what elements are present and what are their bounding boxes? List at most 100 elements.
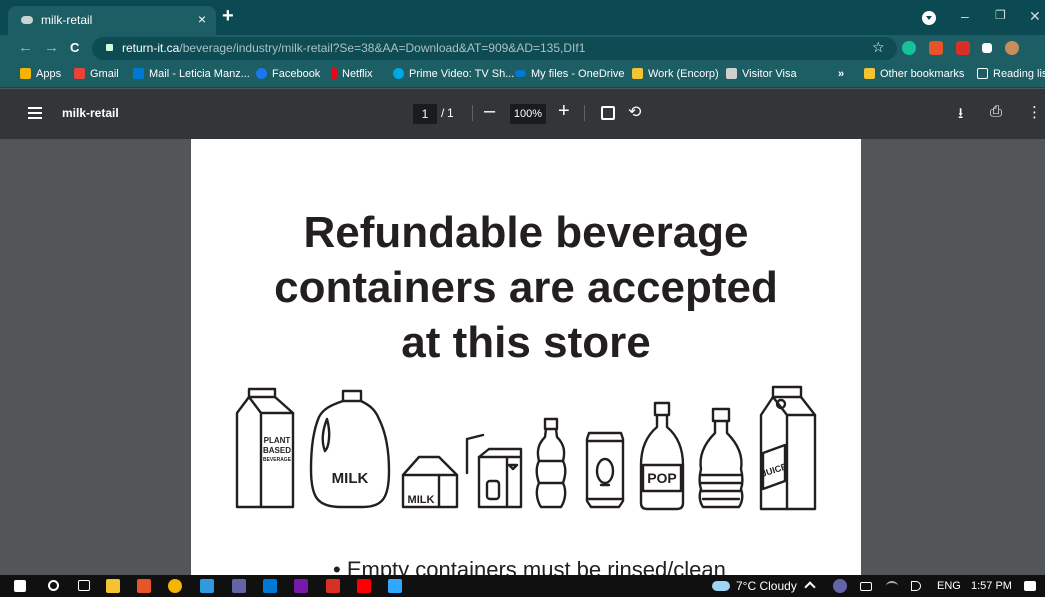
bullet-text: • Empty containers must be rinsed/clean	[333, 557, 726, 575]
bookmark-onedrive[interactable]: My files - OneDrive	[515, 68, 625, 80]
pdf-viewer[interactable]: Refundable beverage containers are accep…	[0, 139, 1045, 575]
plant-label-line2: BASED	[263, 446, 291, 455]
juice-carton-icon	[759, 385, 817, 511]
juice-box-icon	[465, 433, 523, 509]
can-icon	[585, 431, 625, 509]
onenote-icon[interactable]	[294, 579, 308, 593]
tab-strip: milk-retail × + – ❐ ✕	[0, 0, 1045, 35]
heading-line-2: containers are accepted	[274, 263, 778, 312]
reading-list[interactable]: Reading list	[977, 68, 1045, 80]
bookmark-apps[interactable]: Apps	[20, 68, 61, 80]
clock[interactable]: 1:57 PM	[971, 580, 1012, 592]
profile-avatar[interactable]	[1005, 41, 1019, 55]
pop-label: POP	[647, 470, 677, 486]
page-number-input[interactable]: 1	[413, 104, 437, 124]
forward-button[interactable]: →	[44, 39, 59, 56]
document-title: milk-retail	[62, 106, 119, 120]
download-icon[interactable]: ⭳	[958, 103, 963, 128]
prime-video-icon	[393, 68, 404, 79]
grammarly-extension-icon[interactable]	[902, 41, 916, 55]
file-explorer-icon[interactable]	[106, 579, 120, 593]
new-tab-button[interactable]: +	[222, 5, 234, 28]
toolbar-divider	[472, 105, 473, 121]
folder-icon	[864, 68, 875, 79]
weather-cloud-icon[interactable]	[712, 581, 730, 591]
tab-title: milk-retail	[41, 13, 93, 27]
milk-carton-label: MILK	[408, 494, 435, 506]
office-icon[interactable]	[137, 579, 151, 593]
network-icon[interactable]	[860, 582, 872, 591]
fit-to-page-icon[interactable]	[601, 106, 615, 120]
apps-grid-icon	[20, 68, 31, 79]
other-bookmarks[interactable]: Other bookmarks	[864, 68, 964, 80]
bookmark-netflix[interactable]: Netflix	[331, 68, 373, 80]
illustrator-icon[interactable]	[357, 579, 371, 593]
facebook-icon	[256, 68, 267, 79]
page-total: 1	[447, 106, 454, 120]
bookmarks-bar: Apps Gmail Mail - Leticia Manz... Facebo…	[0, 62, 1045, 88]
weather-text[interactable]: 7°C Cloudy	[736, 579, 797, 593]
bookmark-facebook[interactable]: Facebook	[256, 68, 320, 80]
office-extension-icon[interactable]	[929, 41, 943, 55]
tab-close-button[interactable]: ×	[198, 11, 206, 27]
restore-button[interactable]: ❐	[995, 8, 1006, 22]
reload-button[interactable]: C	[70, 40, 79, 55]
bookmarks-overflow-button[interactable]: »	[838, 68, 844, 80]
teams-icon[interactable]	[232, 579, 246, 593]
water-bottle-icon	[698, 407, 744, 509]
lock-icon	[106, 44, 113, 51]
bookmark-star-icon[interactable]: ☆	[872, 39, 885, 56]
teams-tray-icon[interactable]	[833, 579, 847, 593]
extensions-puzzle-icon[interactable]	[982, 43, 992, 53]
task-view-icon[interactable]	[78, 580, 90, 591]
print-icon[interactable]: ⎙	[990, 103, 1002, 120]
pdf-page: Refundable beverage containers are accep…	[191, 139, 861, 575]
more-options-icon[interactable]: ⋮	[1027, 103, 1042, 121]
pop-bottle-icon	[639, 401, 685, 511]
back-button[interactable]: ←	[18, 39, 33, 56]
acrobat-icon[interactable]	[326, 579, 340, 593]
photoshop-icon[interactable]	[388, 579, 402, 593]
outlook-icon[interactable]	[263, 579, 277, 593]
pdf-toolbar: milk-retail 1 / 1 – 100% + ⟲ ⭳ ⎙ ⋮	[0, 89, 1045, 139]
address-bar-row: ← → C return-it.ca/beverage/industry/mil…	[0, 35, 1045, 62]
gmail-icon	[74, 68, 85, 79]
language-indicator[interactable]: ENG	[937, 580, 961, 592]
zoom-level-input[interactable]: 100%	[510, 104, 546, 124]
bookmark-work[interactable]: Work (Encorp)	[632, 68, 719, 80]
visa-page-icon	[726, 68, 737, 79]
bookmark-prime-video[interactable]: Prime Video: TV Sh...	[393, 68, 514, 80]
containers-illustration: PLANT BASED BEVERAGE MILK MILK POP JUICE	[235, 385, 817, 511]
zoom-in-button[interactable]: +	[558, 100, 570, 123]
small-bottle-icon	[535, 417, 567, 509]
chrome-icon[interactable]	[168, 579, 182, 593]
notifications-icon[interactable]	[1024, 581, 1036, 591]
heading-line-3: at this store	[401, 318, 651, 367]
profile-dropdown-icon[interactable]	[922, 11, 936, 25]
close-window-button[interactable]: ✕	[1029, 8, 1041, 25]
url-text: return-it.ca/beverage/industry/milk-reta…	[122, 41, 586, 55]
tab-milk-retail[interactable]: milk-retail ×	[8, 6, 216, 35]
zoom-out-button[interactable]: –	[484, 100, 495, 123]
toolbar-divider	[584, 105, 585, 121]
netflix-icon	[331, 68, 337, 79]
folder-icon	[632, 68, 643, 79]
rotate-icon[interactable]: ⟲	[628, 102, 641, 122]
minimize-button[interactable]: –	[961, 8, 969, 24]
tray-chevron-icon[interactable]	[804, 581, 816, 593]
todo-icon[interactable]	[200, 579, 214, 593]
pdf-favicon-icon	[21, 16, 33, 24]
menu-hamburger-icon[interactable]	[28, 107, 42, 119]
reading-list-icon	[977, 68, 988, 79]
url-bar[interactable]: return-it.ca/beverage/industry/milk-reta…	[92, 37, 897, 60]
wifi-icon[interactable]	[886, 581, 898, 591]
bookmark-gmail[interactable]: Gmail	[74, 68, 119, 80]
search-icon[interactable]	[48, 580, 59, 591]
plant-label-line1: PLANT	[264, 436, 291, 445]
bookmark-mail[interactable]: Mail - Leticia Manz...	[133, 68, 250, 80]
milk-jug-icon	[309, 389, 391, 509]
volume-icon[interactable]	[911, 581, 921, 591]
windows-start-icon[interactable]	[14, 580, 26, 592]
acrobat-extension-icon[interactable]	[956, 41, 970, 55]
bookmark-visitor-visa[interactable]: Visitor Visa	[726, 68, 797, 80]
